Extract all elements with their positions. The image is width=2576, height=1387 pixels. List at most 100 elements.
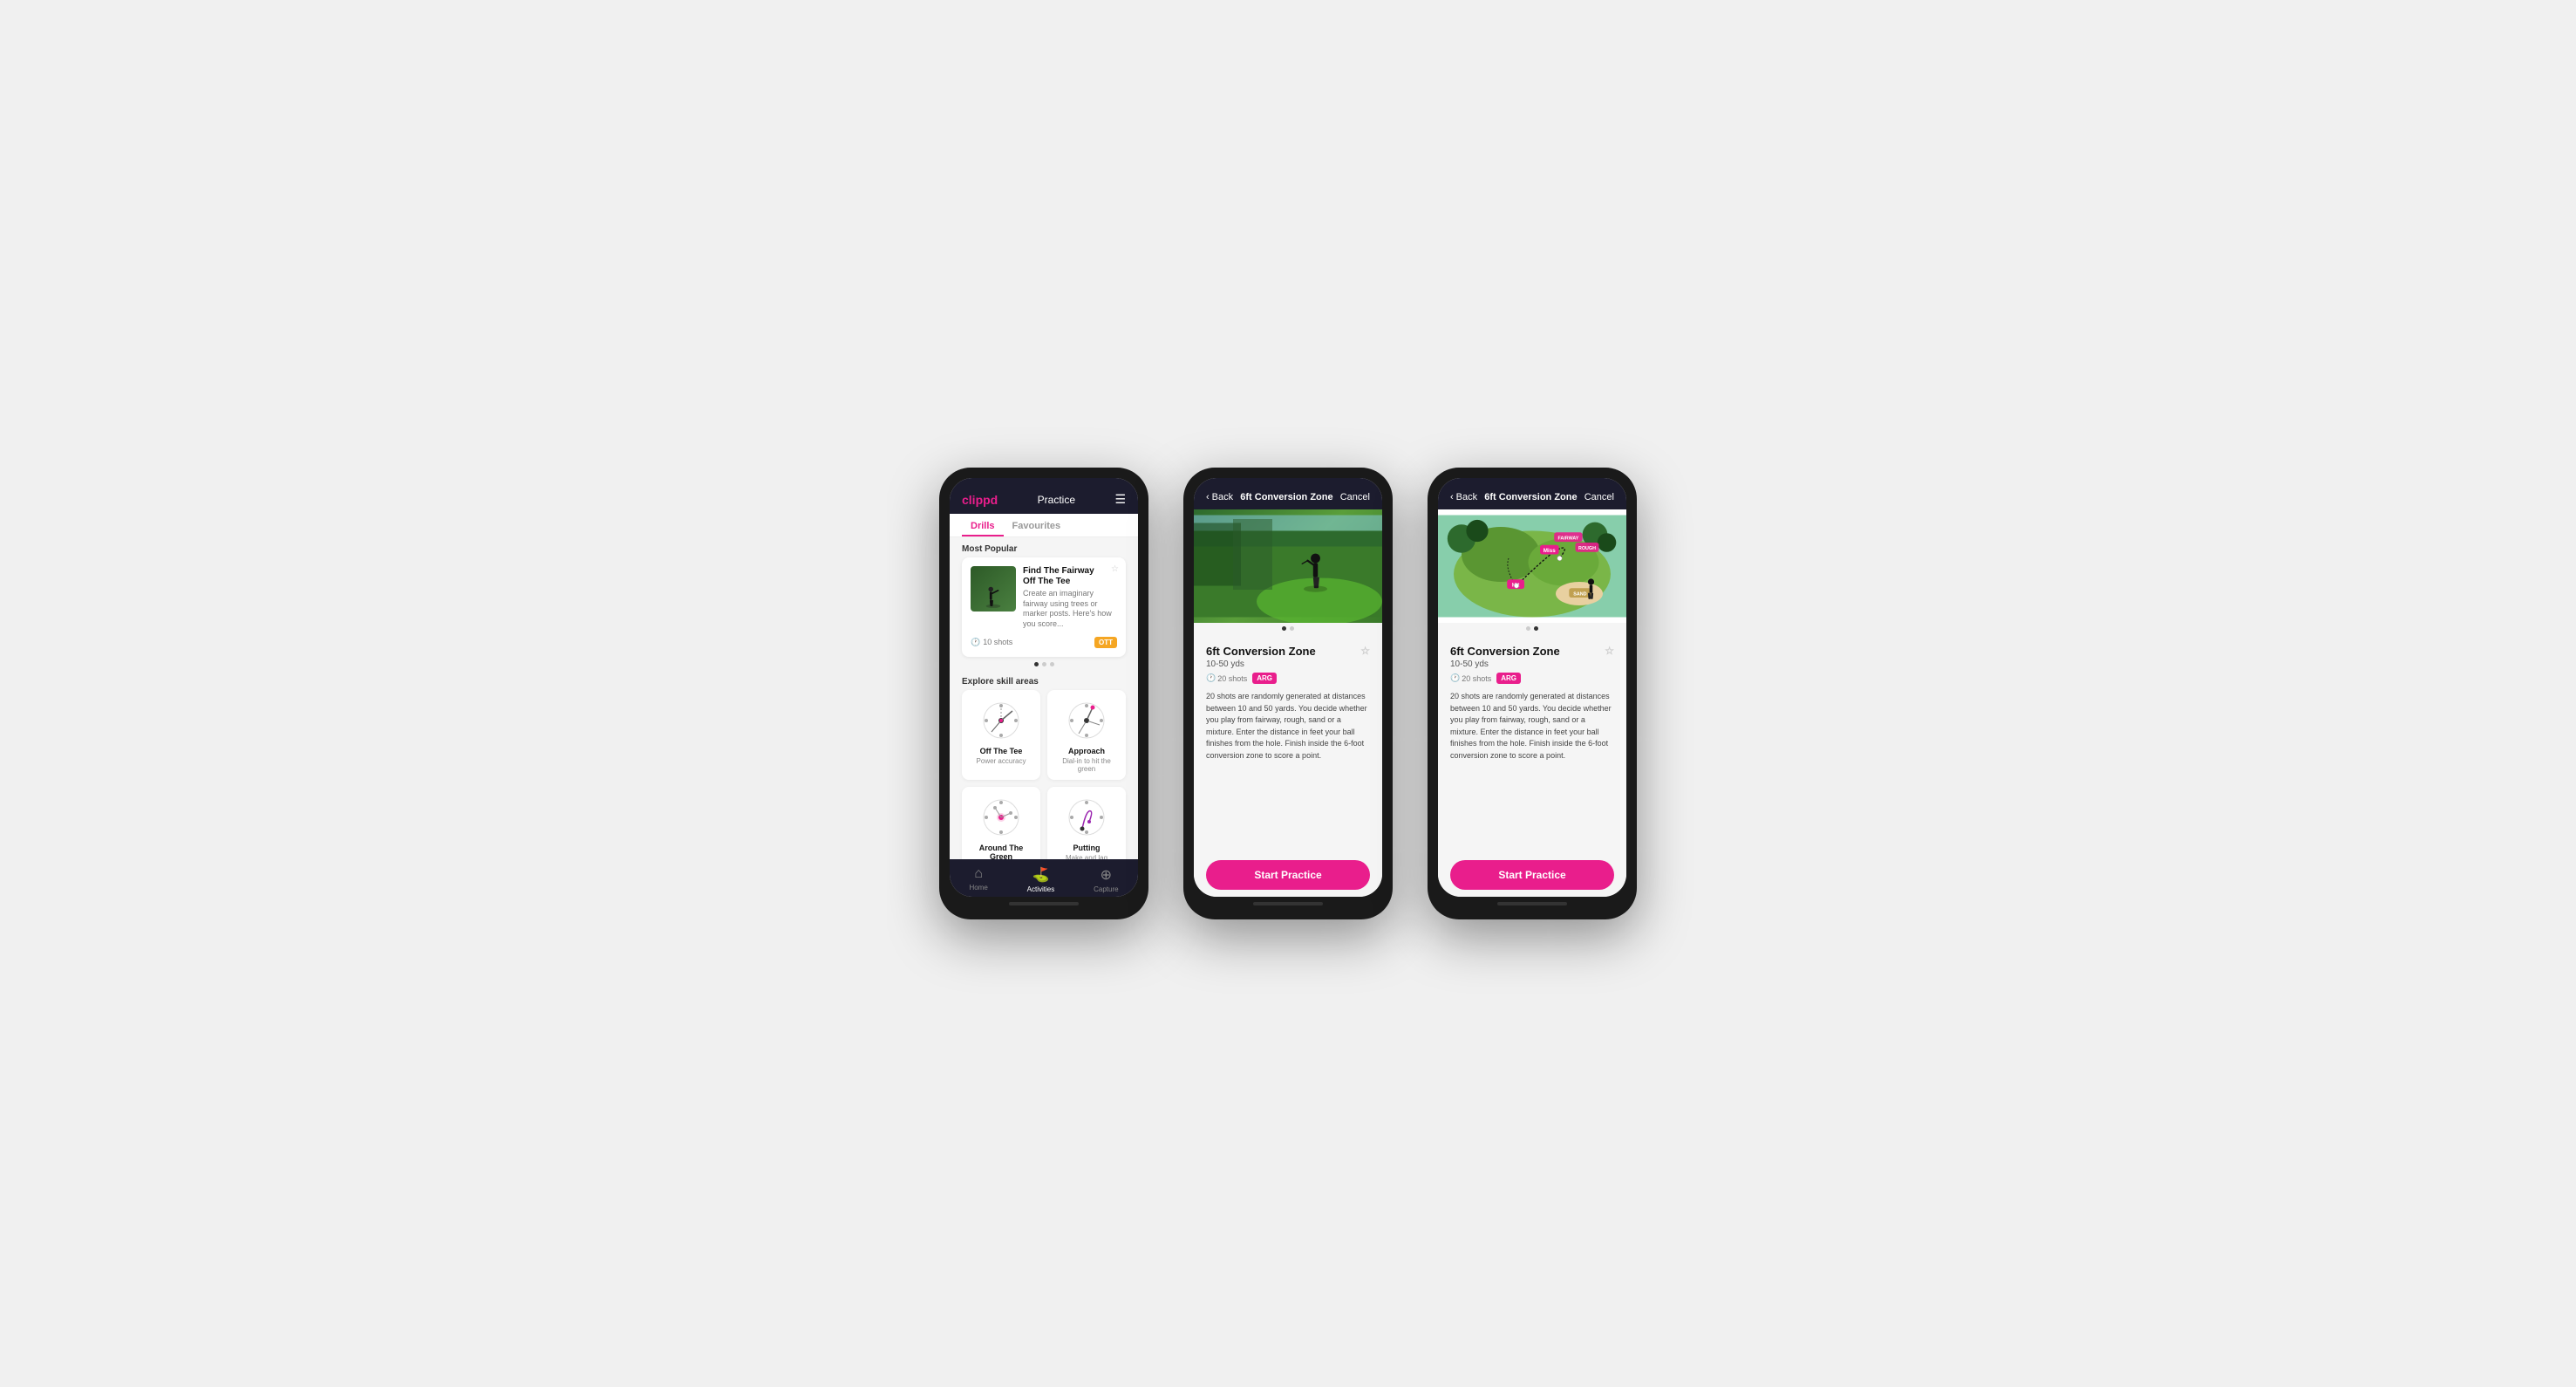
home-bar-2	[1253, 902, 1323, 905]
clock-icon: 🕐	[971, 638, 980, 647]
svg-text:FAIRWAY: FAIRWAY	[1557, 536, 1578, 541]
phone-1: clippd Practice ☰ Drills Favourites Most…	[939, 468, 1148, 919]
drill-shots: 🕐 20 shots	[1206, 673, 1247, 683]
tab-bar: Drills Favourites	[950, 514, 1138, 537]
p3-drill-title: 6ft Conversion Zone	[1450, 645, 1560, 658]
phone-screen-2: ‹ Back 6ft Conversion Zone Cancel	[1194, 478, 1382, 897]
nav-capture[interactable]: ⊕ Capture	[1094, 866, 1118, 893]
ott-title: Off The Tee	[980, 747, 1023, 755]
favourite-star[interactable]: ☆	[1360, 645, 1370, 657]
dot-1	[1282, 626, 1286, 631]
drill-title-row: 6ft Conversion Zone ☆	[1206, 645, 1370, 658]
p3-header: ‹ Back 6ft Conversion Zone Cancel	[1438, 478, 1626, 509]
skill-card-ott[interactable]: Off The Tee Power accuracy	[962, 690, 1040, 780]
svg-text:Miss: Miss	[1544, 548, 1556, 554]
p3-cancel-button[interactable]: Cancel	[1584, 492, 1614, 502]
skill-card-approach[interactable]: Approach Dial-in to hit the green	[1047, 690, 1126, 780]
p3-image-dots	[1438, 623, 1626, 636]
p3-start-practice-button[interactable]: Start Practice	[1450, 860, 1614, 890]
phone-3: ‹ Back 6ft Conversion Zone Cancel	[1428, 468, 1637, 919]
ott-icon	[979, 699, 1023, 747]
featured-description: Create an imaginary fairway using trees …	[1023, 589, 1117, 630]
nav-activities[interactable]: ⛳ Activities	[1027, 866, 1055, 893]
drill-image-golfer	[1194, 509, 1382, 623]
p3-drill-meta: 🕐 20 shots ARG	[1450, 673, 1614, 684]
capture-icon: ⊕	[1101, 866, 1112, 884]
tab-favourites[interactable]: Favourites	[1004, 514, 1070, 536]
approach-sub: Dial-in to hit the green	[1054, 757, 1119, 773]
drill-meta: 🕐 20 shots ARG	[1206, 673, 1370, 684]
menu-icon[interactable]: ☰	[1114, 492, 1126, 507]
ott-sub: Power accuracy	[977, 757, 1026, 765]
ott-badge: OTT	[1094, 637, 1117, 648]
p3-footer: Start Practice	[1438, 853, 1626, 897]
drill-title: 6ft Conversion Zone	[1206, 645, 1316, 658]
atg-icon	[979, 796, 1023, 844]
phone-2: ‹ Back 6ft Conversion Zone Cancel	[1183, 468, 1393, 919]
p2-header-title: 6ft Conversion Zone	[1240, 492, 1332, 502]
skill-card-atg[interactable]: Around The Green Hone your short game	[962, 787, 1040, 859]
activities-icon: ⛳	[1032, 866, 1049, 884]
featured-footer: 🕐 10 shots OTT	[971, 637, 1117, 648]
p2-header: ‹ Back 6ft Conversion Zone Cancel	[1194, 478, 1382, 509]
skill-card-putting[interactable]: Putting Make and lag practice	[1047, 787, 1126, 859]
svg-text:ROUGH: ROUGH	[1578, 546, 1596, 551]
p3-drill-title-row: 6ft Conversion Zone ☆	[1450, 645, 1614, 658]
p3-header-title: 6ft Conversion Zone	[1484, 492, 1577, 502]
dot-2	[1290, 626, 1294, 631]
dot-1	[1034, 662, 1039, 666]
svg-text:SAND: SAND	[1573, 591, 1586, 597]
p3-dot-1	[1526, 626, 1530, 631]
p3-drill-description: 20 shots are randomly generated at dista…	[1450, 691, 1614, 762]
featured-title: Find The Fairway Off The Tee	[1023, 566, 1117, 587]
drill-image-map: Hit Miss FAIRWAY ROUGH SAND	[1438, 509, 1626, 623]
nav-activities-label: Activities	[1027, 885, 1055, 893]
image-dots	[1194, 623, 1382, 636]
nav-capture-label: Capture	[1094, 885, 1118, 893]
featured-card[interactable]: Find The Fairway Off The Tee Create an i…	[962, 557, 1126, 657]
p3-drill-content: 6ft Conversion Zone ☆ 10-50 yds 🕐 20 sho…	[1438, 636, 1626, 853]
phone-notch-3	[1506, 468, 1558, 475]
app-header: clippd Practice ☰	[950, 478, 1138, 514]
approach-title: Approach	[1068, 747, 1105, 755]
main-content: Most Popular	[950, 537, 1138, 859]
dot-3	[1050, 662, 1054, 666]
approach-icon	[1065, 699, 1108, 747]
most-popular-title: Most Popular	[950, 537, 1138, 557]
p3-favourite-star[interactable]: ☆	[1605, 645, 1614, 657]
chevron-left-icon: ‹	[1206, 492, 1210, 502]
carousel-dots	[950, 657, 1138, 672]
home-bar-1	[1009, 902, 1079, 905]
phone-screen-3: ‹ Back 6ft Conversion Zone Cancel	[1438, 478, 1626, 897]
back-button[interactable]: ‹ Back	[1206, 492, 1233, 502]
p3-back-button[interactable]: ‹ Back	[1450, 492, 1477, 502]
featured-card-inner: Find The Fairway Off The Tee Create an i…	[971, 566, 1117, 630]
drill-description: 20 shots are randomly generated at dista…	[1206, 691, 1370, 762]
p2-footer: Start Practice	[1194, 853, 1382, 897]
phone-notch	[1018, 468, 1070, 475]
p3-arg-badge: ARG	[1496, 673, 1521, 684]
nav-home[interactable]: ⌂ Home	[969, 866, 987, 893]
home-bar-3	[1497, 902, 1567, 905]
bottom-nav: ⌂ Home ⛳ Activities ⊕ Capture	[950, 859, 1138, 897]
dot-2	[1042, 662, 1046, 666]
app-logo: clippd	[962, 493, 998, 507]
p3-drill-range: 10-50 yds	[1450, 659, 1614, 669]
shots-info: 🕐 10 shots	[971, 638, 1012, 647]
tab-drills[interactable]: Drills	[962, 514, 1004, 536]
favourite-icon[interactable]: ☆	[1111, 564, 1119, 574]
p3-drill-shots: 🕐 20 shots	[1450, 673, 1491, 683]
p3-clock-icon: 🕐	[1450, 673, 1460, 683]
cancel-button[interactable]: Cancel	[1340, 492, 1370, 502]
p3-chevron-left-icon: ‹	[1450, 492, 1454, 502]
nav-home-label: Home	[969, 884, 987, 892]
drill-range: 10-50 yds	[1206, 659, 1370, 669]
drill-content: 6ft Conversion Zone ☆ 10-50 yds 🕐 20 sho…	[1194, 636, 1382, 853]
featured-card-text: Find The Fairway Off The Tee Create an i…	[1023, 566, 1117, 630]
featured-card-image	[971, 566, 1016, 612]
skill-areas-grid: Off The Tee Power accuracy	[950, 690, 1138, 859]
phone-notch-2	[1262, 468, 1314, 475]
home-icon: ⌂	[974, 866, 983, 882]
p3-dot-2	[1534, 626, 1538, 631]
start-practice-button[interactable]: Start Practice	[1206, 860, 1370, 890]
